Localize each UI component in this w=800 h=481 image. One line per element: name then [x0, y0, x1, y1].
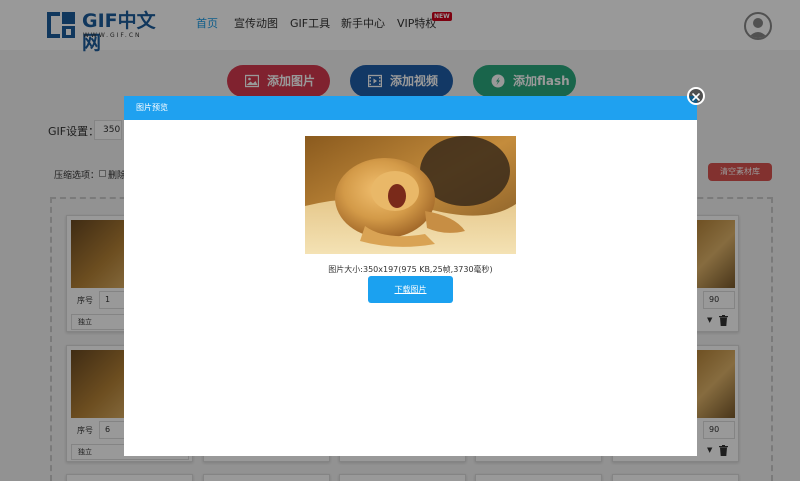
download-image-button[interactable]: 下载图片: [368, 276, 453, 303]
modal-title: 图片预览: [136, 103, 168, 112]
modal-header: 图片预览: [124, 96, 697, 120]
close-icon: [692, 93, 700, 101]
modal-close-button[interactable]: [687, 87, 705, 105]
image-info-text: 图片大小:350x197(975 KB,25帧,3730毫秒): [328, 265, 493, 274]
cat-preview-picture: [305, 136, 516, 254]
image-preview-modal: 图片预览 图片大小:350x197(975 KB,25帧,3730毫秒) 下载图…: [124, 96, 697, 456]
preview-image: [305, 136, 516, 254]
